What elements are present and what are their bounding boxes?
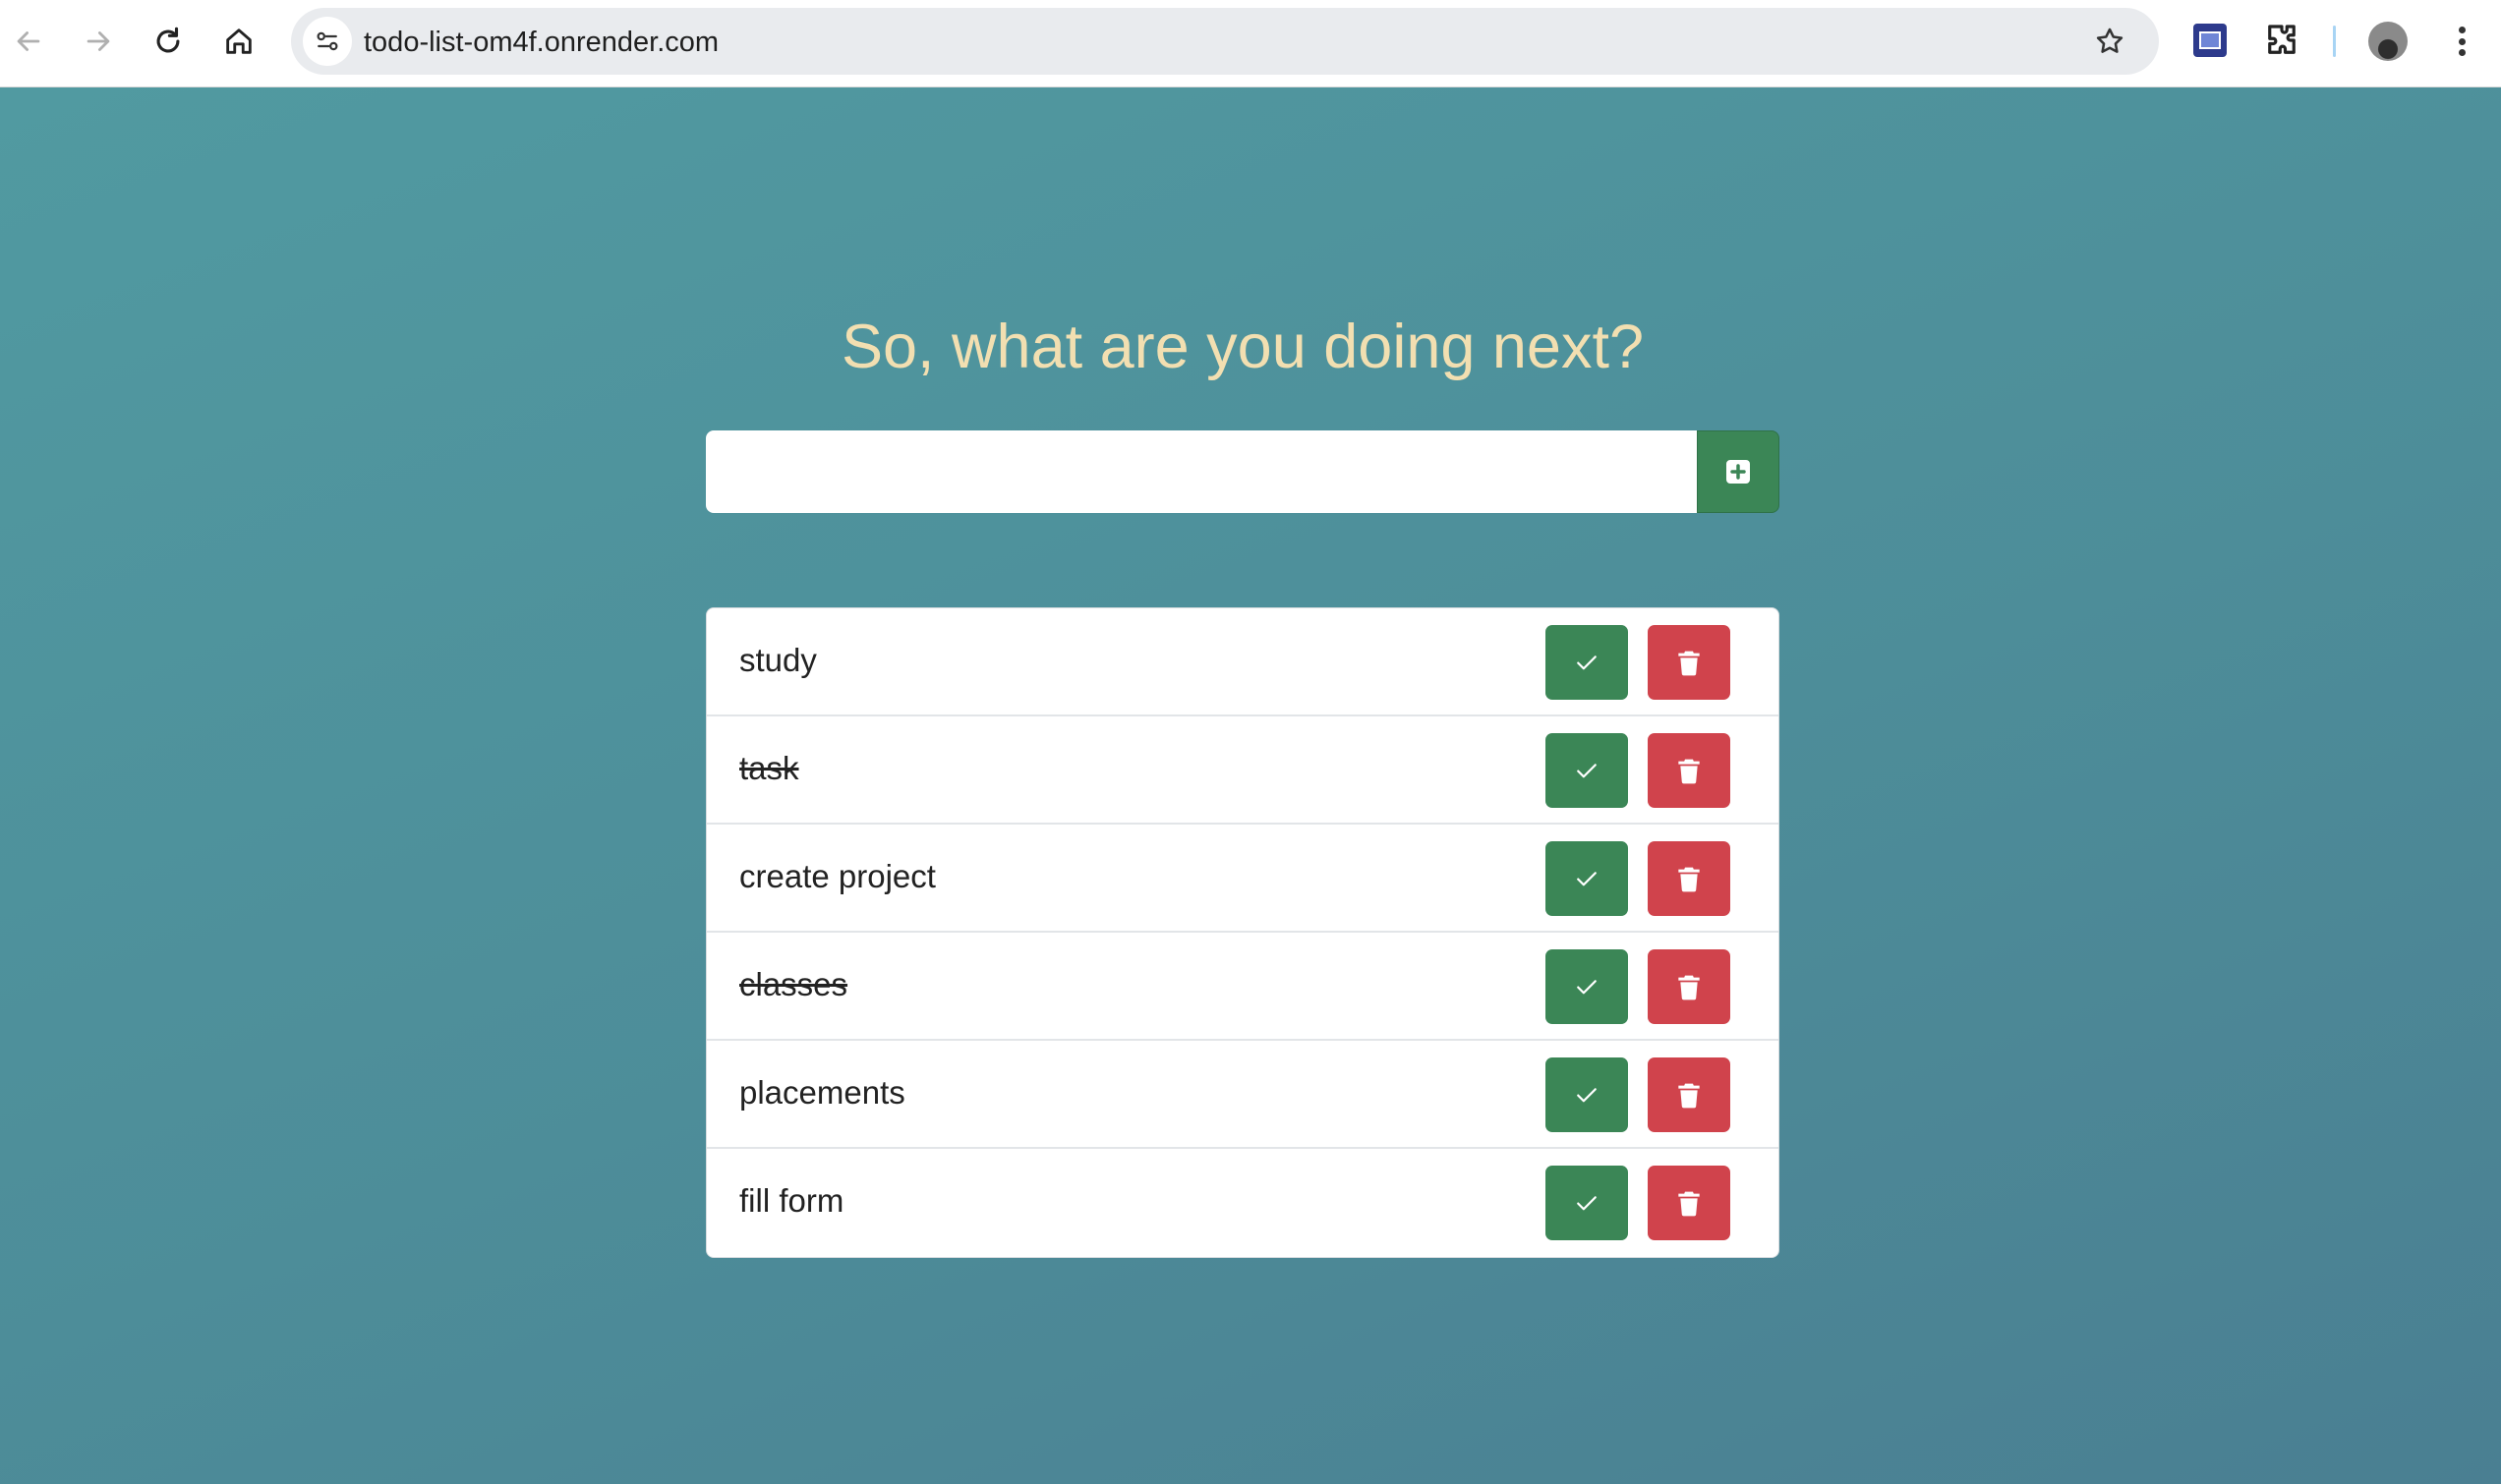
delete-task-button[interactable] — [1648, 625, 1730, 700]
task-row: classes — [707, 933, 1778, 1041]
page-title: So, what are you doing next? — [841, 313, 1645, 381]
bookmark-button[interactable] — [2090, 22, 2129, 61]
trash-icon — [1678, 975, 1700, 1000]
trash-icon — [1678, 867, 1700, 892]
forward-button[interactable] — [71, 14, 126, 69]
complete-task-button[interactable] — [1545, 733, 1628, 808]
address-bar[interactable]: todo-list-om4f.onrender.com — [291, 8, 2159, 75]
checkmark-icon — [1577, 872, 1597, 886]
toolbar-separator — [2333, 26, 2336, 57]
delete-task-button[interactable] — [1648, 949, 1730, 1024]
delete-task-button[interactable] — [1648, 1166, 1730, 1240]
task-text: task — [739, 750, 799, 786]
task-row: study — [707, 608, 1778, 716]
new-task-form — [706, 430, 1779, 513]
checkmark-icon — [1577, 764, 1597, 778]
extension-icon[interactable] — [2193, 24, 2227, 57]
task-text: study — [739, 642, 817, 678]
plus-square-icon — [1726, 460, 1750, 484]
task-text: classes — [739, 966, 848, 1002]
delete-task-button[interactable] — [1648, 841, 1730, 916]
reload-button[interactable] — [141, 14, 196, 69]
url-text[interactable]: todo-list-om4f.onrender.com — [364, 27, 719, 59]
task-text: create project — [739, 858, 936, 894]
tune-icon — [317, 31, 338, 51]
complete-task-button[interactable] — [1545, 841, 1628, 916]
trash-icon — [1678, 1191, 1700, 1217]
new-task-input[interactable] — [706, 430, 1699, 513]
back-arrow-icon — [17, 31, 40, 51]
task-row: placements — [707, 1041, 1778, 1149]
complete-task-button[interactable] — [1545, 625, 1628, 700]
site-info-button[interactable] — [303, 17, 352, 66]
trash-icon — [1678, 651, 1700, 676]
checkmark-icon — [1577, 1088, 1597, 1103]
task-row: fill form — [707, 1149, 1778, 1257]
complete-task-button[interactable] — [1545, 1057, 1628, 1132]
kebab-menu-icon[interactable] — [2442, 22, 2481, 61]
browser-toolbar: todo-list-om4f.onrender.com — [0, 0, 2501, 87]
task-row: task — [707, 716, 1778, 825]
home-icon — [226, 29, 252, 54]
bookmark-star-icon — [2096, 28, 2123, 53]
home-button[interactable] — [211, 14, 266, 69]
complete-task-button[interactable] — [1545, 1166, 1628, 1240]
checkmark-icon — [1577, 656, 1597, 670]
task-text: placements — [739, 1074, 905, 1111]
todo-app: So, what are you doing next? study task cr… — [0, 87, 2501, 1484]
task-list: study task create project classes placements… — [706, 607, 1779, 1258]
task-row: create project — [707, 825, 1778, 933]
back-button[interactable] — [1, 14, 56, 69]
puzzle-icon[interactable] — [2261, 20, 2302, 61]
task-text: fill form — [739, 1182, 844, 1219]
add-task-button[interactable] — [1697, 430, 1779, 513]
checkmark-icon — [1577, 980, 1597, 995]
checkmark-icon — [1577, 1196, 1597, 1211]
trash-icon — [1678, 1083, 1700, 1109]
trash-icon — [1678, 759, 1700, 784]
profile-avatar[interactable] — [2368, 22, 2408, 61]
forward-arrow-icon — [87, 31, 110, 51]
delete-task-button[interactable] — [1648, 1057, 1730, 1132]
delete-task-button[interactable] — [1648, 733, 1730, 808]
complete-task-button[interactable] — [1545, 949, 1628, 1024]
reload-icon — [156, 27, 180, 53]
